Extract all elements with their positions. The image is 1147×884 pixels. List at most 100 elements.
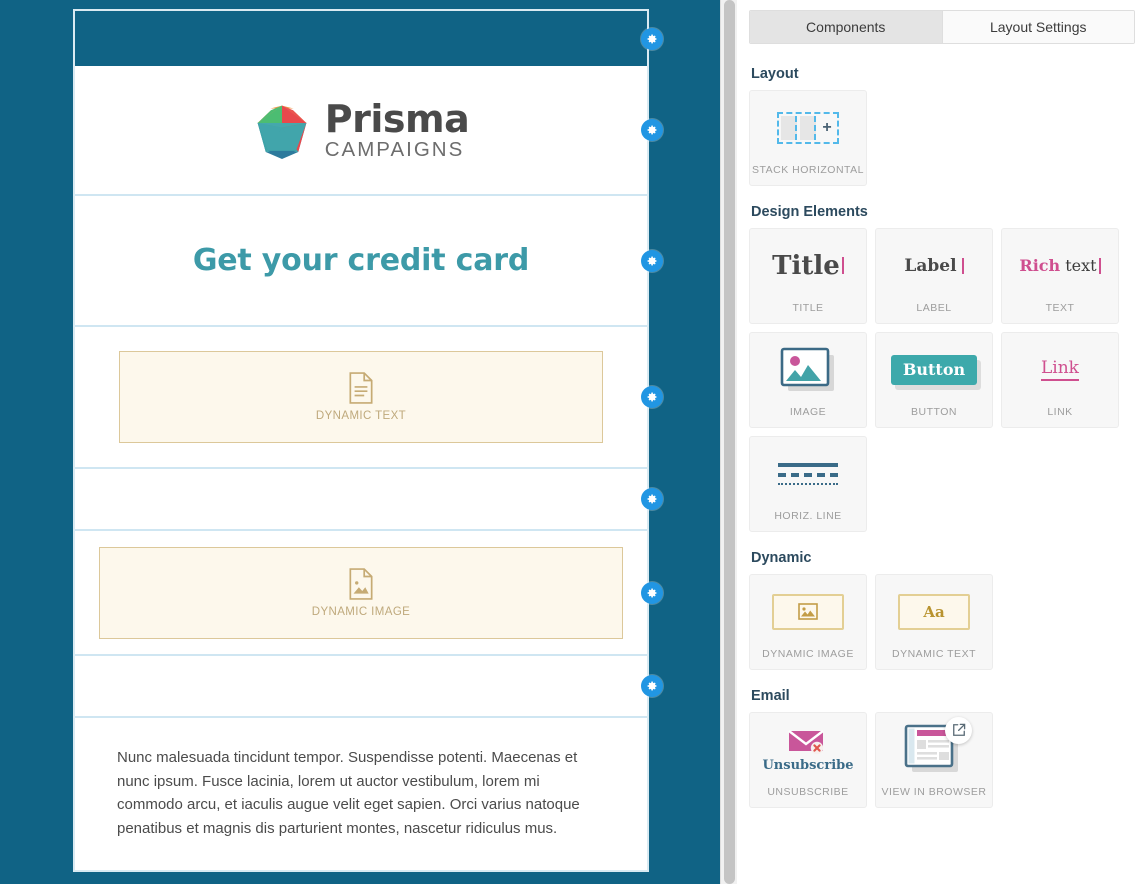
stack-horizontal-icon: + xyxy=(777,111,839,144)
email-row-dynamic-image[interactable]: DYNAMIC IMAGE xyxy=(75,531,663,656)
tile-dynamic-image[interactable]: DYNAMIC IMAGE xyxy=(749,574,867,670)
tile-label[interactable]: Label LABEL xyxy=(875,228,993,324)
components-panel: Components Layout Settings Layout + STAC… xyxy=(737,0,1147,884)
rich-text-icon: Rich text xyxy=(1019,256,1096,275)
gear-icon[interactable] xyxy=(641,675,663,697)
tile-unsubscribe[interactable]: Unsubscribe UNSUBSCRIBE xyxy=(749,712,867,808)
dynamic-text-aa-label: Aa xyxy=(923,602,945,621)
email-headline: Get your credit card xyxy=(192,243,530,278)
tile-grid-layout: + STACK HORIZONTAL xyxy=(749,90,1135,186)
email-document[interactable]: Prisma CAMPAIGNS Get your credit card DY… xyxy=(73,9,663,872)
dynamic-text-label: DYNAMIC TEXT xyxy=(315,410,407,422)
gear-icon[interactable] xyxy=(641,488,663,510)
tile-label: DYNAMIC IMAGE xyxy=(762,648,854,660)
button-icon: Button xyxy=(890,354,978,385)
tile-title[interactable]: Title TITLE xyxy=(749,228,867,324)
tile-label: LABEL xyxy=(916,302,952,314)
gear-icon[interactable] xyxy=(641,27,663,50)
dynamic-image-placeholder[interactable]: DYNAMIC IMAGE xyxy=(99,546,623,639)
prisma-logo: Prisma CAMPAIGNS xyxy=(253,96,470,161)
unsubscribe-word: Unsubscribe xyxy=(762,757,854,773)
group-title-dynamic: Dynamic xyxy=(751,550,812,566)
group-title-layout: Layout xyxy=(751,66,799,82)
tile-stack-horizontal[interactable]: + STACK HORIZONTAL xyxy=(749,90,867,186)
tab-layout-settings[interactable]: Layout Settings xyxy=(942,11,1134,43)
tile-label: STACK HORIZONTAL xyxy=(751,164,865,176)
logo-subtitle: CAMPAIGNS xyxy=(324,137,465,161)
tile-art xyxy=(754,437,862,510)
document-text-icon xyxy=(349,372,373,404)
tile-view-in-browser[interactable]: VIEW IN BROWSER xyxy=(875,712,993,808)
text-caret-icon xyxy=(841,257,844,274)
tile-image[interactable]: IMAGE xyxy=(749,332,867,428)
email-row-dynamic-text[interactable]: DYNAMIC TEXT xyxy=(75,327,663,469)
label-icon: Label xyxy=(904,255,957,276)
tile-label: TITLE xyxy=(792,302,824,314)
tile-grid-design-elements: Title TITLE Label LABEL Rich text TEXT I… xyxy=(749,228,1135,532)
gear-icon[interactable] xyxy=(641,249,663,272)
tile-label: HORIZ. LINE xyxy=(774,510,842,522)
dynamic-image-icon xyxy=(772,593,844,630)
tile-art: Rich text xyxy=(1006,229,1114,302)
tile-label: DYNAMIC TEXT xyxy=(892,648,976,660)
tile-art: Link xyxy=(1006,333,1114,406)
email-row-spacer[interactable] xyxy=(75,469,663,531)
image-icon xyxy=(780,347,834,391)
canvas-scrollbar-thumb[interactable] xyxy=(724,0,735,884)
group-dynamic: Dynamic DYNAMIC IMAGE Aa DYNAMIC TEXT xyxy=(749,550,1135,670)
tile-art: Aa xyxy=(880,575,988,648)
dynamic-text-icon: Aa xyxy=(898,593,970,630)
text-caret-icon xyxy=(961,257,964,274)
tile-text[interactable]: Rich text TEXT xyxy=(1001,228,1119,324)
tab-components[interactable]: Components xyxy=(750,11,943,43)
tile-dynamic-text[interactable]: Aa DYNAMIC TEXT xyxy=(875,574,993,670)
panel-tabs: Components Layout Settings xyxy=(749,10,1135,44)
document-image-icon xyxy=(349,567,373,600)
group-design-elements: Design Elements Title TITLE Label LABEL xyxy=(749,204,1135,532)
tile-horizontal-line[interactable]: HORIZ. LINE xyxy=(749,436,867,532)
editor-root: Prisma CAMPAIGNS Get your credit card DY… xyxy=(0,0,1147,884)
external-link-icon xyxy=(952,723,965,736)
canvas-scrollbar[interactable] xyxy=(720,0,737,884)
prism-logo-icon xyxy=(257,105,307,159)
link-icon: Link xyxy=(1041,358,1079,381)
rich-text-bold: Rich xyxy=(1019,256,1061,275)
tile-label: BUTTON xyxy=(911,406,957,418)
tile-label: UNSUBSCRIBE xyxy=(767,786,849,798)
tile-art: Button xyxy=(880,333,988,406)
tile-art: + xyxy=(754,91,862,164)
logo-word: Prisma xyxy=(324,96,470,141)
tile-grid-email: Unsubscribe UNSUBSCRIBE VIEW IN BROWSER xyxy=(749,712,1135,808)
email-row-spacer[interactable] xyxy=(75,656,663,718)
external-link-badge xyxy=(945,716,972,744)
text-caret-icon xyxy=(1098,257,1101,274)
email-row-header[interactable] xyxy=(75,11,663,66)
tile-label: VIEW IN BROWSER xyxy=(881,786,987,798)
dynamic-text-placeholder[interactable]: DYNAMIC TEXT xyxy=(119,351,603,443)
email-row-title[interactable]: Get your credit card xyxy=(75,196,663,327)
logo-wordmark: Prisma CAMPAIGNS xyxy=(324,96,470,161)
tile-link[interactable]: Link LINK xyxy=(1001,332,1119,428)
email-row-body-text[interactable]: Nunc malesuada tincidunt tempor. Suspend… xyxy=(75,718,647,870)
group-layout: Layout + STACK HORIZONTAL xyxy=(749,66,1135,186)
tile-label: LINK xyxy=(1047,406,1073,418)
gear-icon[interactable] xyxy=(641,386,663,408)
dynamic-image-label: DYNAMIC IMAGE xyxy=(311,605,411,618)
group-email: Email Unsubscribe UNSUBSCRIBE VIEW IN BR… xyxy=(749,688,1135,808)
gear-icon[interactable] xyxy=(641,581,663,604)
email-canvas-area: Prisma CAMPAIGNS Get your credit card DY… xyxy=(0,0,737,884)
rich-text-rest: text xyxy=(1060,256,1097,275)
title-icon: Title xyxy=(772,250,840,281)
email-row-logo[interactable]: Prisma CAMPAIGNS xyxy=(75,66,663,196)
picture-icon xyxy=(798,603,818,620)
gear-icon[interactable] xyxy=(641,119,663,141)
tile-label: TEXT xyxy=(1045,302,1075,314)
horizontal-line-icon xyxy=(778,462,838,485)
view-in-browser-icon xyxy=(903,716,972,779)
tile-art: Title xyxy=(754,229,862,302)
group-title-email: Email xyxy=(751,688,790,704)
email-body-paragraph: Nunc malesuada tincidunt tempor. Suspend… xyxy=(117,749,580,837)
tile-button[interactable]: Button BUTTON xyxy=(875,332,993,428)
tile-label: IMAGE xyxy=(789,406,827,418)
tile-grid-dynamic: DYNAMIC IMAGE Aa DYNAMIC TEXT xyxy=(749,574,1135,670)
